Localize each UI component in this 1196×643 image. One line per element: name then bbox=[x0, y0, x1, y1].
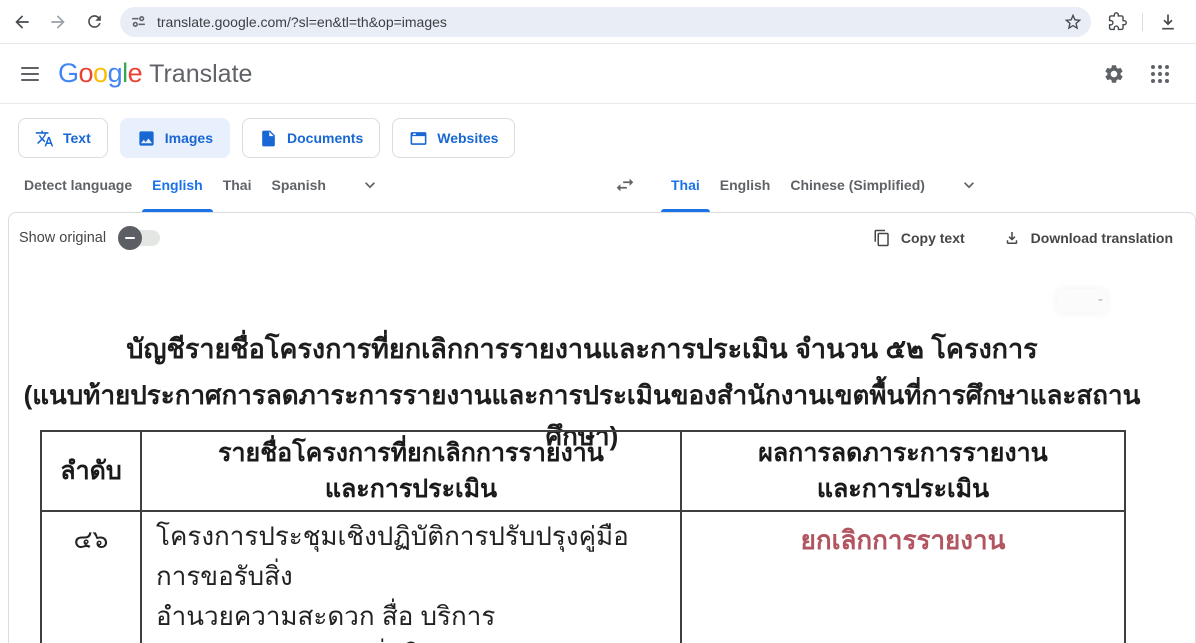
tab-label: Websites bbox=[437, 130, 498, 146]
logo-letter: o bbox=[93, 58, 108, 89]
target-lang-thai[interactable]: Thai bbox=[661, 158, 710, 212]
back-button[interactable] bbox=[6, 6, 38, 38]
tab-websites[interactable]: Websites bbox=[392, 118, 515, 158]
mode-tabs: Text Images Documents Websites bbox=[18, 118, 1196, 158]
project-line3: และความช่วยเหลืออื่นใดทางการศึกษา bbox=[156, 636, 666, 643]
more-target-languages-button[interactable] bbox=[949, 158, 989, 212]
tab-images[interactable]: Images bbox=[120, 118, 230, 158]
tab-label: Documents bbox=[287, 130, 363, 146]
project-line2: อำนวยความสะดวก สื่อ บริการ bbox=[156, 596, 666, 636]
toggle-knob bbox=[118, 226, 142, 250]
website-icon bbox=[409, 129, 428, 148]
source-language-tabs: Detect language English Thai Spanish bbox=[14, 158, 390, 212]
google-apps-button[interactable] bbox=[1140, 54, 1180, 94]
row-result-cell: ยกเลิกการรายงาน bbox=[681, 511, 1125, 643]
toolbar-divider bbox=[1142, 13, 1143, 31]
table-row: ๔๖ โครงการประชุมเชิงปฏิบัติการปรับปรุงคู… bbox=[41, 511, 1125, 643]
tab-documents[interactable]: Documents bbox=[242, 118, 380, 158]
source-lang-spanish[interactable]: Spanish bbox=[261, 158, 335, 212]
row-project-cell: โครงการประชุมเชิงปฏิบัติการปรับปรุงคู่มื… bbox=[141, 511, 681, 643]
image-icon bbox=[137, 129, 156, 148]
chevron-down-icon bbox=[959, 175, 979, 195]
back-arrow-icon bbox=[12, 12, 32, 32]
document-table: ลำดับ รายชื่อโครงการที่ยกเลิกการรายงาน แ… bbox=[40, 430, 1126, 643]
tab-label: Text bbox=[63, 130, 91, 146]
download-tray-icon bbox=[1158, 12, 1178, 32]
header-result-line2: และการประเมิน bbox=[682, 471, 1124, 507]
gear-icon bbox=[1103, 63, 1125, 85]
download-translation-label: Download translation bbox=[1031, 230, 1173, 246]
project-line1: โครงการประชุมเชิงปฏิบัติการปรับปรุงคู่มื… bbox=[156, 516, 666, 596]
bookmark-star-icon[interactable] bbox=[1063, 12, 1083, 32]
swap-arrows-icon bbox=[614, 174, 636, 196]
target-lang-chinese[interactable]: Chinese (Simplified) bbox=[780, 158, 935, 212]
url-text[interactable]: translate.google.com/?sl=en&tl=th&op=ima… bbox=[157, 14, 1063, 30]
header-project-line1: รายชื่อโครงการที่ยกเลิกการรายงาน bbox=[142, 435, 680, 471]
toggle-switch-off[interactable] bbox=[118, 226, 160, 250]
logo-letter: o bbox=[79, 58, 94, 89]
browser-toolbar: translate.google.com/?sl=en&tl=th&op=ima… bbox=[0, 0, 1196, 44]
refresh-button[interactable] bbox=[78, 6, 110, 38]
table-header-row: ลำดับ รายชื่อโครงการที่ยกเลิกการรายงาน แ… bbox=[41, 431, 1125, 511]
tab-text[interactable]: Text bbox=[18, 118, 108, 158]
document-title-line1: บัญชีรายชื่อโครงการที่ยกเลิกการรายงานและ… bbox=[9, 327, 1155, 370]
refresh-icon bbox=[85, 12, 104, 31]
show-original-toggle[interactable]: Show original bbox=[19, 226, 160, 250]
logo-letter: G bbox=[58, 58, 79, 89]
document-icon bbox=[259, 129, 278, 148]
source-lang-thai[interactable]: Thai bbox=[213, 158, 262, 212]
row-number-cell: ๔๖ bbox=[41, 511, 141, 643]
header-cell-result: ผลการลดภาระการรายงาน และการประเมิน bbox=[681, 431, 1125, 511]
downloads-button[interactable] bbox=[1152, 6, 1184, 38]
forward-arrow-icon bbox=[48, 12, 68, 32]
target-lang-english[interactable]: English bbox=[710, 158, 781, 212]
google-translate-logo[interactable]: G o o g l e Translate bbox=[58, 58, 252, 89]
extensions-button[interactable] bbox=[1101, 6, 1133, 38]
chevron-down-icon bbox=[360, 175, 380, 195]
copy-text-button[interactable]: Copy text bbox=[873, 229, 965, 247]
translated-image-view: - บัญชีรายชื่อโครงการที่ยกเลิกการรายงานแ… bbox=[9, 263, 1195, 643]
source-lang-english[interactable]: English bbox=[142, 158, 213, 212]
app-header: G o o g l e Translate bbox=[0, 44, 1196, 104]
source-lang-detect[interactable]: Detect language bbox=[14, 158, 142, 212]
header-cell-project: รายชื่อโครงการที่ยกเลิกการรายงาน และการป… bbox=[141, 431, 681, 511]
translate-icon bbox=[35, 129, 54, 148]
show-original-label: Show original bbox=[19, 230, 106, 246]
swap-languages-button[interactable] bbox=[603, 158, 647, 212]
more-source-languages-button[interactable] bbox=[350, 158, 390, 212]
header-cell-no: ลำดับ bbox=[41, 431, 141, 511]
language-bar: Detect language English Thai Spanish Tha… bbox=[0, 158, 1196, 212]
extensions-puzzle-icon bbox=[1108, 12, 1127, 31]
logo-letter: g bbox=[108, 58, 123, 89]
translation-result-card: Show original Copy text Download transla… bbox=[8, 212, 1196, 643]
minus-icon bbox=[125, 237, 135, 239]
header-project-line2: และการประเมิน bbox=[142, 471, 680, 507]
address-bar[interactable]: translate.google.com/?sl=en&tl=th&op=ima… bbox=[120, 7, 1091, 37]
target-language-tabs: Thai English Chinese (Simplified) bbox=[603, 158, 989, 212]
forward-button[interactable] bbox=[42, 6, 74, 38]
logo-letter: e bbox=[128, 58, 143, 89]
download-translation-button[interactable]: Download translation bbox=[1003, 229, 1173, 247]
settings-button[interactable] bbox=[1094, 54, 1134, 94]
download-icon bbox=[1003, 229, 1021, 247]
result-toolbar: Show original Copy text Download transla… bbox=[9, 213, 1195, 263]
faint-artifact: - bbox=[1057, 289, 1107, 313]
site-settings-icon[interactable] bbox=[130, 13, 147, 30]
apps-grid-icon bbox=[1151, 65, 1169, 83]
product-name: Translate bbox=[149, 60, 252, 89]
copy-text-label: Copy text bbox=[901, 230, 965, 246]
main-menu-button[interactable] bbox=[10, 54, 50, 94]
tab-label: Images bbox=[165, 130, 213, 146]
header-result-line1: ผลการลดภาระการรายงาน bbox=[682, 435, 1124, 471]
copy-icon bbox=[873, 229, 891, 247]
